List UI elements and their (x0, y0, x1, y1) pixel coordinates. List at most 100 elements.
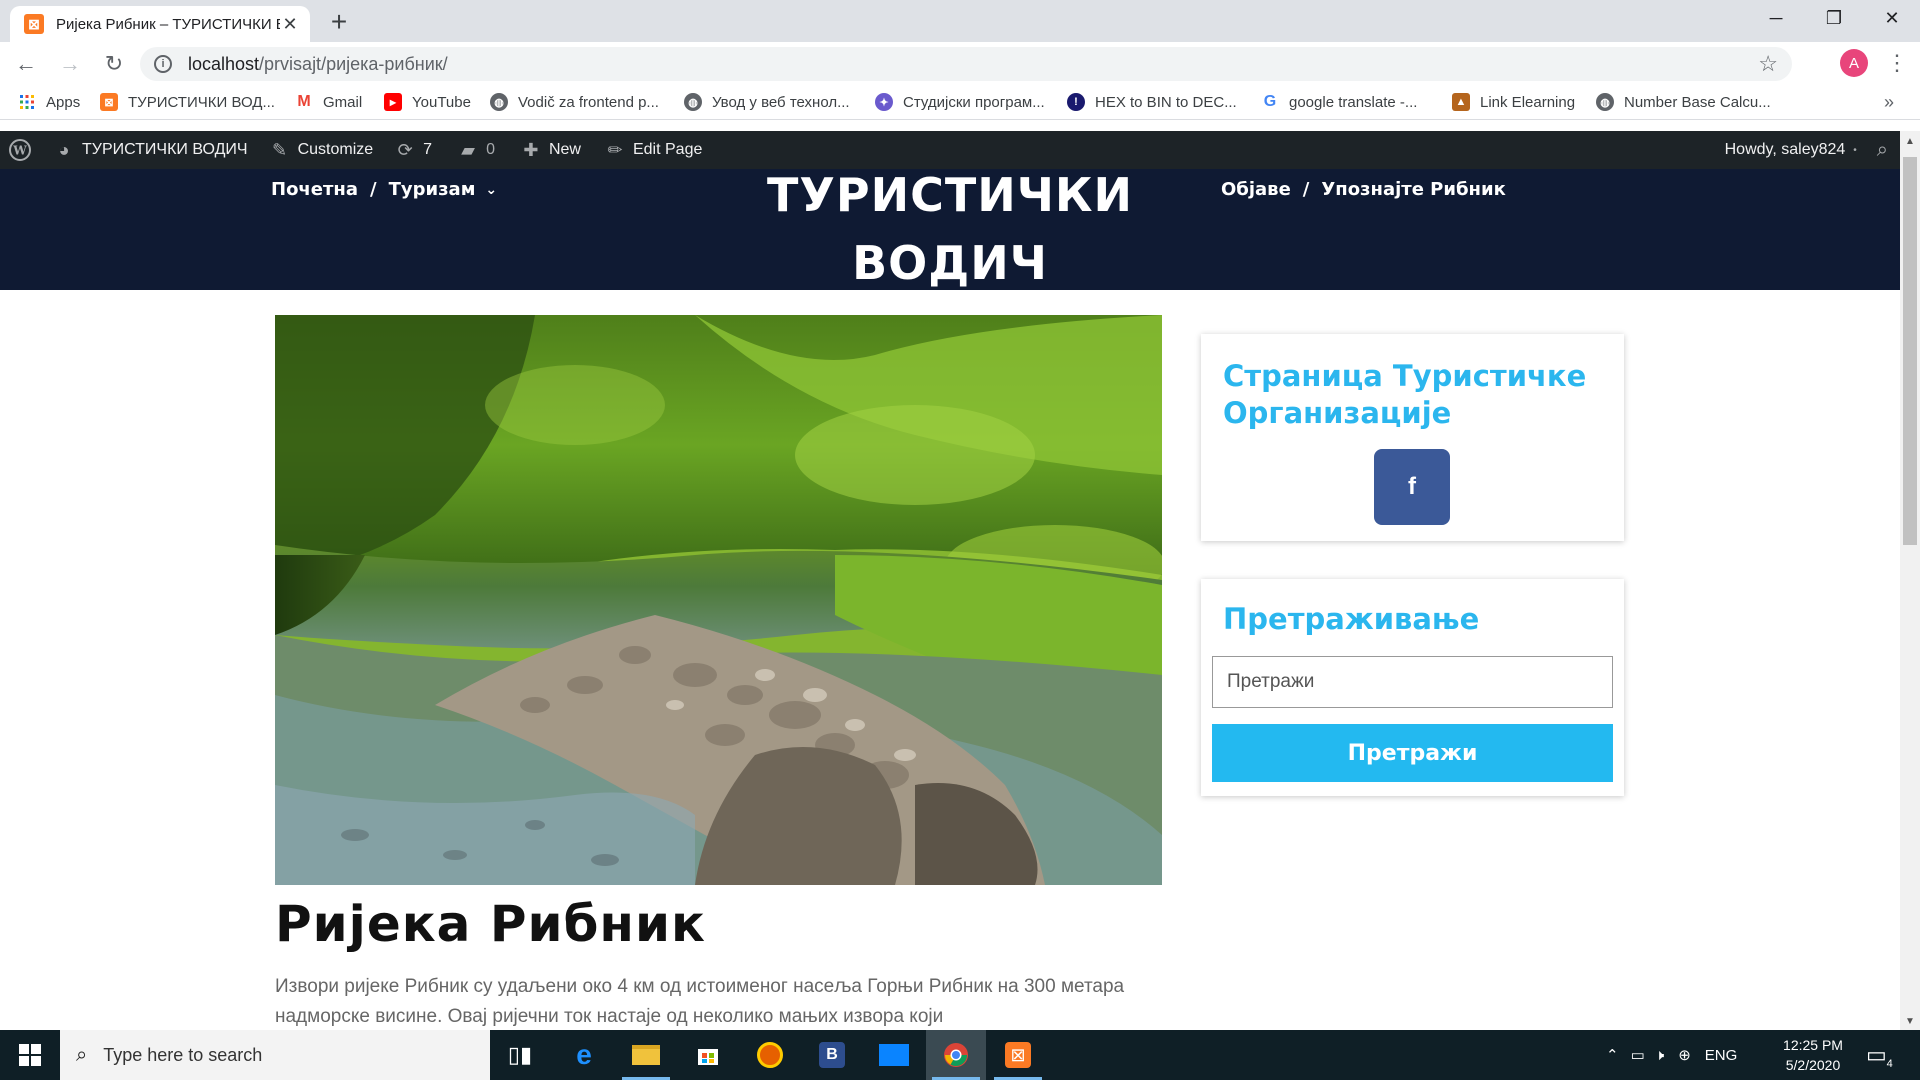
search-icon: ⌕ (76, 1043, 88, 1066)
bookmark-star-icon[interactable]: ☆ (1758, 51, 1778, 77)
close-window-button[interactable]: ✕ (1864, 0, 1920, 36)
profile-avatar[interactable]: A (1840, 49, 1868, 77)
language-indicator[interactable]: ENG (1705, 1047, 1738, 1064)
battery-icon[interactable]: ▭ (1631, 1046, 1645, 1064)
admin-customize[interactable]: ✎ Customize (268, 138, 373, 162)
windows-taskbar: ⌕ Type here to search ▯▮ e B ⊠ ⌃ ▭ 🕨 ⊕ E… (0, 1030, 1920, 1080)
edge-icon[interactable]: e (554, 1030, 614, 1080)
browser-tab[interactable]: ⊠ Ријека Рибник – ТУРИСТИЧКИ В ✕ (10, 6, 310, 42)
bookmark-uvod[interactable]: ◍ Увод у веб технол... (684, 93, 850, 111)
search-widget: Претраживање Претражи Претражи (1201, 579, 1624, 796)
featured-image (275, 315, 1162, 885)
tab-close-icon[interactable]: ✕ (280, 14, 300, 35)
bootstrap-studio-icon[interactable]: B (802, 1030, 862, 1080)
bookmark-link-elearning[interactable]: ▲ Link Elearning (1452, 93, 1575, 111)
gmail-icon: M (297, 93, 311, 110)
hex-icon: ! (1067, 93, 1085, 111)
admin-howdy[interactable]: Howdy, saley824 (1725, 141, 1846, 159)
nav-home[interactable]: Почетна (271, 179, 358, 200)
bookmark-gmail[interactable]: M Gmail (295, 93, 362, 111)
notification-icon: ▭ 4 (1866, 1042, 1893, 1070)
post-content: Извори ријеке Рибник су удаљени око 4 км… (275, 976, 1125, 1027)
pencil-icon: ✏ (607, 139, 623, 160)
page-scrollbar[interactable]: ▲ ▼ (1900, 131, 1920, 1030)
minimize-button[interactable]: ─ (1748, 0, 1804, 36)
wp-logo-icon[interactable]: W (8, 138, 38, 162)
firefox-icon[interactable] (740, 1030, 800, 1080)
store-icon[interactable] (678, 1030, 738, 1080)
search-input[interactable]: Претражи (1212, 656, 1613, 708)
system-tray: ⌃ ▭ 🕨 ⊕ ENG (1606, 1030, 1737, 1080)
scroll-down-icon[interactable]: ▼ (1900, 1013, 1920, 1030)
windows-icon (19, 1044, 41, 1066)
nav-separator: / (370, 179, 377, 200)
primary-nav-left: Почетна / Туризам ⌄ (271, 179, 497, 200)
primary-nav-right: Објаве / Упознајте Рибник (1221, 179, 1506, 200)
bookmark-hex[interactable]: ! HEX to BIN to DEC... (1067, 93, 1237, 111)
maximize-button[interactable]: ❐ (1806, 0, 1862, 36)
bookmark-apps[interactable]: Apps (18, 93, 80, 111)
scroll-thumb[interactable] (1903, 157, 1917, 545)
browser-tab-strip: ⊠ Ријека Рибник – ТУРИСТИЧКИ В ✕ + ─ ❐ ✕ (0, 0, 1920, 42)
user-avatar-dot: • (1853, 144, 1857, 156)
admin-right: Howdy, saley824 • ⌕ (1725, 131, 1888, 169)
nav-posts[interactable]: Објаве (1221, 179, 1291, 200)
site-title[interactable]: ТУРИСТИЧКИ ВОДИЧ (745, 169, 1155, 290)
nav-separator: / (1302, 179, 1310, 200)
bookmark-number-base[interactable]: ◍ Number Base Calcu... (1596, 93, 1771, 111)
globe-icon: ◍ (1596, 93, 1614, 111)
new-tab-button[interactable]: + (324, 8, 354, 38)
forward-button[interactable]: → (52, 46, 88, 82)
url-text: localhost/prvisajt/ријека-рибник/ (188, 53, 448, 74)
browser-menu-icon[interactable]: ⋮ (1886, 50, 1908, 76)
taskbar-clock[interactable]: 12:25 PM 5/2/2020 (1768, 1035, 1858, 1075)
admin-site-name[interactable]: ◕ ТУРИСТИЧКИ ВОДИЧ (52, 138, 248, 162)
taskbar-search[interactable]: ⌕ Type here to search (60, 1030, 490, 1080)
bookmarks-overflow-icon[interactable]: » (1884, 92, 1894, 113)
reload-button[interactable]: ↻ (96, 46, 132, 82)
search-button[interactable]: Претражи (1212, 724, 1613, 782)
bookmark-youtube[interactable]: ▶ YouTube (384, 93, 471, 111)
bookmarks-bar: Apps ⊠ ТУРИСТИЧКИ ВОД... M Gmail ▶ YouTu… (0, 86, 1920, 120)
bookmark-vodic[interactable]: ◍ Vodič za frontend p... (490, 93, 659, 111)
chrome-icon[interactable] (926, 1030, 986, 1080)
nav-ribnik[interactable]: Упознајте Рибник (1321, 179, 1505, 200)
xampp-icon[interactable]: ⊠ (988, 1030, 1048, 1080)
wordpress-icon: W (8, 138, 32, 162)
chevron-up-icon[interactable]: ⌃ (1606, 1046, 1619, 1064)
comment-icon: ▰ (461, 139, 475, 160)
task-view-icon[interactable]: ▯▮ (490, 1030, 550, 1080)
facebook-icon: f (1408, 473, 1416, 500)
bookmark-turisticki[interactable]: ⊠ ТУРИСТИЧКИ ВОД... (100, 93, 275, 111)
start-button[interactable] (0, 1030, 60, 1080)
file-explorer-icon[interactable] (616, 1030, 676, 1080)
site-header: Почетна / Туризам ⌄ ТУРИСТИЧКИ ВОДИЧ Обј… (0, 169, 1900, 290)
youtube-icon: ▶ (384, 93, 402, 111)
xampp-icon: ⊠ (100, 93, 118, 111)
notification-center[interactable]: ▭ 4 (1866, 1030, 1893, 1080)
post-title: Ријека Рибник (275, 895, 706, 953)
address-bar[interactable]: i localhost/prvisajt/ријека-рибник/ ☆ (140, 47, 1792, 81)
admin-updates[interactable]: ⟳ 7 (393, 138, 432, 162)
admin-new[interactable]: ✚ New (519, 138, 581, 162)
mail-icon[interactable] (864, 1030, 924, 1080)
graduation-cap-icon: ▲ (1452, 93, 1470, 111)
clock-time: 12:25 PM (1783, 1037, 1843, 1053)
bookmark-google-translate[interactable]: G google translate -... (1261, 93, 1418, 111)
university-icon: ✦ (875, 93, 893, 111)
network-icon[interactable]: ⊕ (1678, 1046, 1691, 1064)
back-button[interactable]: ← (8, 46, 44, 82)
scroll-up-icon[interactable]: ▲ (1900, 133, 1920, 150)
bookmark-studijski[interactable]: ✦ Студијски програм... (875, 93, 1045, 111)
site-info-icon[interactable]: i (154, 55, 172, 73)
brush-icon: ✎ (272, 139, 288, 160)
volume-icon[interactable]: 🕨 (1655, 1047, 1664, 1064)
admin-comments[interactable]: ▰ 0 (456, 138, 495, 162)
chevron-down-icon[interactable]: ⌄ (485, 182, 497, 198)
admin-edit-page[interactable]: ✏ Edit Page (603, 138, 702, 162)
facebook-button[interactable]: f (1374, 449, 1450, 525)
apps-grid-icon (18, 93, 36, 111)
svg-text:W: W (12, 144, 27, 158)
nav-tourism[interactable]: Туризам (389, 179, 476, 200)
admin-search-icon[interactable]: ⌕ (1877, 139, 1888, 162)
